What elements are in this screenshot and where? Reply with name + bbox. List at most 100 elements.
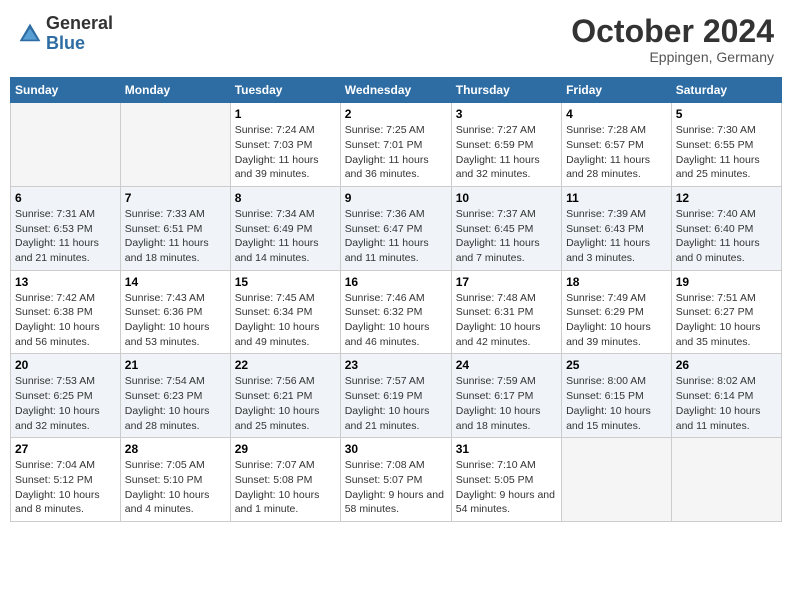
day-number: 24 xyxy=(456,358,557,372)
day-number: 15 xyxy=(235,275,336,289)
day-number: 21 xyxy=(125,358,226,372)
day-number: 27 xyxy=(15,442,116,456)
day-number: 22 xyxy=(235,358,336,372)
calendar-cell: 28 Sunrise: 7:05 AMSunset: 5:10 PMDayligh… xyxy=(120,438,230,522)
day-detail: Sunrise: 7:42 AMSunset: 6:38 PMDaylight:… xyxy=(15,291,116,350)
day-detail: Sunrise: 7:48 AMSunset: 6:31 PMDaylight:… xyxy=(456,291,557,350)
calendar-cell: 21 Sunrise: 7:54 AMSunset: 6:23 PMDayligh… xyxy=(120,354,230,438)
day-number: 20 xyxy=(15,358,116,372)
day-detail: Sunrise: 7:30 AMSunset: 6:55 PMDaylight:… xyxy=(676,123,777,182)
calendar-cell: 31 Sunrise: 7:10 AMSunset: 5:05 PMDayligh… xyxy=(451,438,561,522)
day-number: 12 xyxy=(676,191,777,205)
day-detail: Sunrise: 7:24 AMSunset: 7:03 PMDaylight:… xyxy=(235,123,336,182)
day-detail: Sunrise: 7:07 AMSunset: 5:08 PMDaylight:… xyxy=(235,458,336,517)
calendar-cell xyxy=(120,103,230,187)
calendar-week-row: 1 Sunrise: 7:24 AMSunset: 7:03 PMDaylight… xyxy=(11,103,782,187)
weekday-header-saturday: Saturday xyxy=(671,78,781,103)
day-number: 9 xyxy=(345,191,447,205)
day-number: 10 xyxy=(456,191,557,205)
day-number: 8 xyxy=(235,191,336,205)
day-number: 23 xyxy=(345,358,447,372)
location-subtitle: Eppingen, Germany xyxy=(571,49,774,65)
calendar-cell: 14Sunrise: 7:43 AMSunset: 6:36 PMDayligh… xyxy=(120,270,230,354)
day-number: 31 xyxy=(456,442,557,456)
calendar-header-row: SundayMondayTuesdayWednesdayThursdayFrid… xyxy=(11,78,782,103)
weekday-header-wednesday: Wednesday xyxy=(340,78,451,103)
calendar-cell: 25 Sunrise: 8:00 AMSunset: 6:15 PMDayligh… xyxy=(562,354,672,438)
day-detail: Sunrise: 7:33 AMSunset: 6:51 PMDaylight:… xyxy=(125,207,226,266)
calendar-cell: 6Sunrise: 7:31 AMSunset: 6:53 PMDaylight… xyxy=(11,186,121,270)
day-number: 14 xyxy=(125,275,226,289)
day-detail: Sunrise: 7:05 AMSunset: 5:10 PMDaylight:… xyxy=(125,458,226,517)
page-header: General Blue October 2024 Eppingen, Germ… xyxy=(10,10,782,69)
day-detail: Sunrise: 7:10 AMSunset: 5:05 PMDaylight:… xyxy=(456,458,557,517)
calendar-cell: 27 Sunrise: 7:04 AMSunset: 5:12 PMDayligh… xyxy=(11,438,121,522)
day-number: 28 xyxy=(125,442,226,456)
calendar-cell xyxy=(562,438,672,522)
day-detail: Sunrise: 7:40 AMSunset: 6:40 PMDaylight:… xyxy=(676,207,777,266)
calendar-week-row: 13 Sunrise: 7:42 AMSunset: 6:38 PMDayligh… xyxy=(11,270,782,354)
calendar-cell: 9 Sunrise: 7:36 AMSunset: 6:47 PMDaylight… xyxy=(340,186,451,270)
day-detail: Sunrise: 7:04 AMSunset: 5:12 PMDaylight:… xyxy=(15,458,116,517)
day-detail: Sunrise: 7:45 AMSunset: 6:34 PMDaylight:… xyxy=(235,291,336,350)
calendar-week-row: 6Sunrise: 7:31 AMSunset: 6:53 PMDaylight… xyxy=(11,186,782,270)
day-detail: Sunrise: 7:08 AMSunset: 5:07 PMDaylight:… xyxy=(345,458,447,517)
day-detail: Sunrise: 7:36 AMSunset: 6:47 PMDaylight:… xyxy=(345,207,447,266)
calendar-week-row: 27 Sunrise: 7:04 AMSunset: 5:12 PMDayligh… xyxy=(11,438,782,522)
day-detail: Sunrise: 8:00 AMSunset: 6:15 PMDaylight:… xyxy=(566,374,667,433)
day-detail: Sunrise: 7:54 AMSunset: 6:23 PMDaylight:… xyxy=(125,374,226,433)
calendar-cell: 2 Sunrise: 7:25 AMSunset: 7:01 PMDaylight… xyxy=(340,103,451,187)
day-number: 13 xyxy=(15,275,116,289)
day-detail: Sunrise: 7:39 AMSunset: 6:43 PMDaylight:… xyxy=(566,207,667,266)
day-number: 29 xyxy=(235,442,336,456)
day-number: 16 xyxy=(345,275,447,289)
day-number: 2 xyxy=(345,107,447,121)
weekday-header-tuesday: Tuesday xyxy=(230,78,340,103)
logo-blue-text: Blue xyxy=(46,34,113,54)
day-number: 1 xyxy=(235,107,336,121)
day-detail: Sunrise: 7:28 AMSunset: 6:57 PMDaylight:… xyxy=(566,123,667,182)
calendar-cell: 7 Sunrise: 7:33 AMSunset: 6:51 PMDaylight… xyxy=(120,186,230,270)
day-detail: Sunrise: 7:31 AMSunset: 6:53 PMDaylight:… xyxy=(15,207,116,266)
day-detail: Sunrise: 7:46 AMSunset: 6:32 PMDaylight:… xyxy=(345,291,447,350)
calendar-cell: 30 Sunrise: 7:08 AMSunset: 5:07 PMDayligh… xyxy=(340,438,451,522)
day-detail: Sunrise: 7:49 AMSunset: 6:29 PMDaylight:… xyxy=(566,291,667,350)
weekday-header-sunday: Sunday xyxy=(11,78,121,103)
day-detail: Sunrise: 7:37 AMSunset: 6:45 PMDaylight:… xyxy=(456,207,557,266)
calendar-cell: 19 Sunrise: 7:51 AMSunset: 6:27 PMDayligh… xyxy=(671,270,781,354)
day-detail: Sunrise: 7:56 AMSunset: 6:21 PMDaylight:… xyxy=(235,374,336,433)
calendar-cell: 26 Sunrise: 8:02 AMSunset: 6:14 PMDayligh… xyxy=(671,354,781,438)
logo-general-text: General xyxy=(46,14,113,34)
calendar-cell: 3 Sunrise: 7:27 AMSunset: 6:59 PMDaylight… xyxy=(451,103,561,187)
calendar-cell xyxy=(11,103,121,187)
weekday-header-thursday: Thursday xyxy=(451,78,561,103)
day-detail: Sunrise: 7:34 AMSunset: 6:49 PMDaylight:… xyxy=(235,207,336,266)
day-number: 18 xyxy=(566,275,667,289)
title-area: October 2024 Eppingen, Germany xyxy=(571,14,774,65)
calendar-cell: 18 Sunrise: 7:49 AMSunset: 6:29 PMDayligh… xyxy=(562,270,672,354)
calendar-week-row: 20 Sunrise: 7:53 AMSunset: 6:25 PMDayligh… xyxy=(11,354,782,438)
calendar-cell: 20 Sunrise: 7:53 AMSunset: 6:25 PMDayligh… xyxy=(11,354,121,438)
day-detail: Sunrise: 7:27 AMSunset: 6:59 PMDaylight:… xyxy=(456,123,557,182)
calendar-cell: 23Sunrise: 7:57 AMSunset: 6:19 PMDayligh… xyxy=(340,354,451,438)
day-number: 19 xyxy=(676,275,777,289)
calendar-cell: 4Sunrise: 7:28 AMSunset: 6:57 PMDaylight… xyxy=(562,103,672,187)
day-number: 25 xyxy=(566,358,667,372)
calendar-cell: 22 Sunrise: 7:56 AMSunset: 6:21 PMDayligh… xyxy=(230,354,340,438)
calendar-cell: 12 Sunrise: 7:40 AMSunset: 6:40 PMDayligh… xyxy=(671,186,781,270)
calendar-cell: 5 Sunrise: 7:30 AMSunset: 6:55 PMDaylight… xyxy=(671,103,781,187)
calendar-cell: 8 Sunrise: 7:34 AMSunset: 6:49 PMDaylight… xyxy=(230,186,340,270)
calendar-cell xyxy=(671,438,781,522)
day-number: 30 xyxy=(345,442,447,456)
day-number: 3 xyxy=(456,107,557,121)
day-detail: Sunrise: 8:02 AMSunset: 6:14 PMDaylight:… xyxy=(676,374,777,433)
calendar-table: SundayMondayTuesdayWednesdayThursdayFrid… xyxy=(10,77,782,522)
day-detail: Sunrise: 7:53 AMSunset: 6:25 PMDaylight:… xyxy=(15,374,116,433)
day-detail: Sunrise: 7:25 AMSunset: 7:01 PMDaylight:… xyxy=(345,123,447,182)
day-number: 26 xyxy=(676,358,777,372)
month-title: October 2024 xyxy=(571,14,774,49)
day-number: 5 xyxy=(676,107,777,121)
day-number: 7 xyxy=(125,191,226,205)
day-detail: Sunrise: 7:51 AMSunset: 6:27 PMDaylight:… xyxy=(676,291,777,350)
calendar-cell: 10 Sunrise: 7:37 AMSunset: 6:45 PMDayligh… xyxy=(451,186,561,270)
